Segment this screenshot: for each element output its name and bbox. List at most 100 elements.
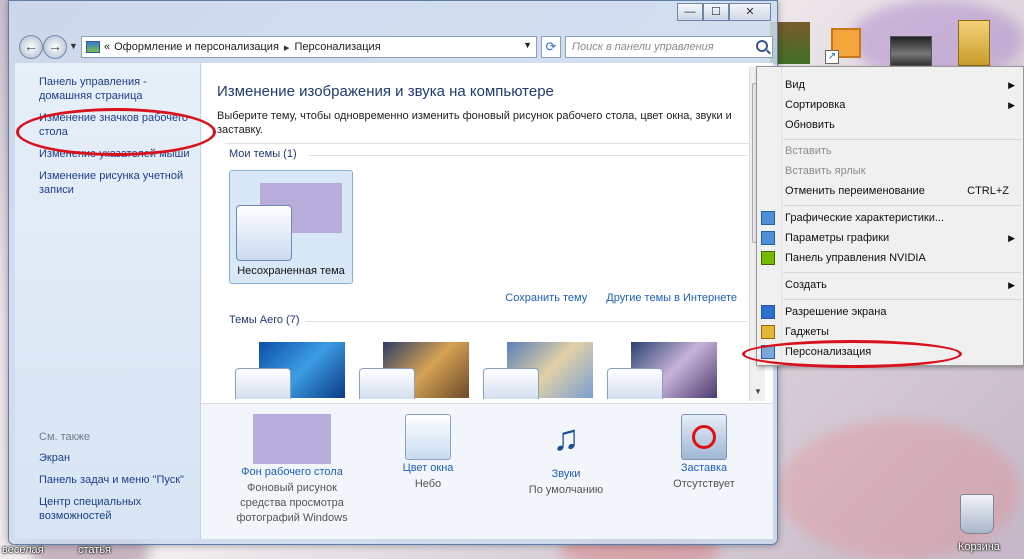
breadcrumb-item[interactable]: Оформление и персонализация — [114, 41, 279, 53]
caption-buttons: — ☐ ✕ — [677, 3, 771, 21]
menu-item-refresh[interactable]: Обновить — [785, 115, 1015, 135]
gadgets-icon — [761, 325, 775, 339]
search-placeholder: Поиск в панели управления — [572, 41, 714, 53]
music-notes-icon[interactable]: ♫ — [527, 414, 605, 466]
menu-item-label: Вид — [785, 79, 805, 91]
menu-item-graphics-properties[interactable]: Графические характеристики... — [761, 208, 1015, 228]
sounds-value: По умолчанию — [528, 484, 604, 496]
desktop-icon-label[interactable]: статья — [78, 544, 111, 556]
menu-item-graphics-options[interactable]: Параметры графики ▶ — [761, 228, 1015, 248]
menu-item-undo-rename[interactable]: Отменить переименование CTRL+Z — [785, 181, 1015, 201]
menu-item-paste[interactable]: Вставить — [785, 141, 1015, 161]
sidebar-item-home[interactable]: Панель управления - домашняя страница — [39, 75, 199, 103]
screensaver-icon[interactable] — [681, 414, 727, 460]
no-screensaver-icon — [692, 425, 716, 449]
sounds-setting[interactable]: ♫ Звуки По умолчанию — [501, 414, 631, 498]
back-button[interactable]: ← — [19, 35, 43, 59]
submenu-arrow-icon: ▶ — [1008, 100, 1015, 110]
menu-item-label: Вставить ярлык — [785, 165, 866, 177]
forward-button[interactable]: → — [43, 35, 67, 59]
screensaver-link[interactable]: Заставка — [639, 462, 769, 474]
aero-theme-thumbs — [235, 340, 745, 399]
control-panel-icon — [86, 41, 100, 53]
desktop-background-setting[interactable]: Фон рабочего стола Фоновый рисунок средс… — [227, 414, 357, 526]
save-theme-link[interactable]: Сохранить тему — [505, 292, 587, 304]
scroll-down-icon[interactable]: ▼ — [750, 387, 766, 401]
window-color-value: Небо — [414, 478, 442, 490]
window-color-icon[interactable] — [405, 414, 451, 460]
menu-item-screen-resolution[interactable]: Разрешение экрана — [761, 302, 1015, 322]
annotation-circle — [16, 108, 216, 156]
menu-item-label: Параметры графики — [785, 232, 890, 244]
menu-item-nvidia[interactable]: Панель управления NVIDIA — [761, 248, 1015, 268]
theme-list[interactable]: Мои темы (1) Несохраненная тема Сохранит… — [225, 143, 757, 399]
address-bar[interactable]: « Оформление и персонализация ▸ Персонал… — [81, 36, 537, 58]
more-themes-link[interactable]: Другие темы в Интернете — [606, 292, 737, 304]
aero-themes-label: Темы Aero (7) — [229, 314, 300, 326]
see-also-taskbar[interactable]: Панель задач и меню "Пуск" — [39, 473, 199, 487]
menu-item-new[interactable]: Создать ▶ — [785, 275, 1015, 295]
submenu-arrow-icon: ▶ — [1008, 280, 1015, 290]
search-icon[interactable] — [756, 40, 768, 52]
history-dropdown-icon[interactable]: ▼ — [69, 41, 78, 51]
folder-desktop-icon[interactable] — [958, 20, 990, 66]
submenu-arrow-icon: ▶ — [1008, 80, 1015, 90]
shortcut-desktop-icon[interactable]: ↗ — [825, 22, 865, 64]
theme-window-preview — [235, 368, 291, 399]
menu-item-label: Разрешение экрана — [785, 306, 887, 318]
sounds-link[interactable]: Звуки — [501, 468, 631, 480]
aero-theme-architecture[interactable] — [359, 340, 471, 399]
menu-separator — [783, 299, 1021, 300]
desktop-context-menu: Вид ▶ Сортировка ▶ Обновить Вставить Встав… — [756, 66, 1024, 366]
see-also-display[interactable]: Экран — [39, 451, 199, 465]
menu-item-label: Отменить переименование — [785, 185, 925, 197]
main-content: Изменение изображения и звука на компьют… — [201, 63, 773, 539]
minimize-button[interactable]: — — [677, 3, 703, 21]
intel-graphics-icon — [761, 211, 775, 225]
unsaved-theme-tile[interactable]: Несохраненная тема — [229, 170, 353, 284]
close-button[interactable]: ✕ — [729, 3, 771, 21]
annotation-circle — [742, 340, 962, 368]
address-dropdown-icon[interactable]: ▼ — [523, 40, 532, 50]
see-also-title: См. также — [39, 431, 90, 443]
image-desktop-icon[interactable] — [890, 36, 932, 66]
menu-item-label: Создать — [785, 279, 827, 291]
address-row: ← → ▼ « Оформление и персонализация ▸ Пе… — [15, 35, 773, 59]
window-color-setting[interactable]: Цвет окна Небо — [363, 414, 493, 492]
menu-item-label: Гаджеты — [785, 326, 829, 338]
breadcrumb-item[interactable]: Персонализация — [294, 41, 380, 53]
menu-item-label: Панель управления NVIDIA — [785, 252, 926, 264]
aero-theme-landscapes[interactable] — [607, 340, 719, 399]
settings-bar: Фон рабочего стола Фоновый рисунок средс… — [201, 403, 773, 539]
menu-item-label: Вставить — [785, 145, 832, 157]
search-input[interactable]: Поиск в панели управления — [565, 36, 773, 58]
recycle-bin-icon[interactable] — [960, 494, 994, 534]
aero-theme-characters[interactable] — [483, 340, 595, 399]
menu-item-sort[interactable]: Сортировка ▶ — [785, 95, 1015, 115]
sidebar-item-account-picture[interactable]: Изменение рисунка учетной записи — [39, 169, 199, 197]
page-description: Выберите тему, чтобы одновременно измени… — [217, 110, 732, 136]
menu-item-gadgets[interactable]: Гаджеты — [761, 322, 1015, 342]
theme-window-preview — [359, 368, 415, 399]
maximize-button[interactable]: ☐ — [703, 3, 729, 21]
desktop-icon-label[interactable]: веселая — [2, 544, 44, 556]
window-color-link[interactable]: Цвет окна — [363, 462, 493, 474]
theme-window-preview — [236, 205, 292, 261]
screensaver-setting[interactable]: Заставка Отсутствует — [639, 414, 769, 492]
menu-item-paste-shortcut[interactable]: Вставить ярлык — [785, 161, 1015, 181]
see-also-accessibility[interactable]: Центр специальных возможностей — [39, 495, 199, 523]
shortcut-arrow-icon: ↗ — [825, 50, 839, 64]
screensaver-value: Отсутствует — [673, 478, 735, 490]
wallpaper-swatch-icon[interactable] — [253, 414, 331, 464]
menu-separator — [783, 139, 1021, 140]
my-themes-label: Мои темы (1) — [229, 148, 297, 160]
menu-item-view[interactable]: Вид ▶ — [785, 75, 1015, 95]
aero-theme-windows7[interactable] — [235, 340, 347, 399]
desktop-background-link[interactable]: Фон рабочего стола — [227, 466, 357, 478]
menu-separator — [783, 205, 1021, 206]
recycle-bin-label[interactable]: Корзина — [958, 541, 1000, 553]
chevron-right-icon[interactable]: ▸ — [284, 41, 290, 54]
wallpaper-blob — [780, 420, 1020, 559]
monitor-icon — [761, 305, 775, 319]
refresh-button[interactable]: ⟳ — [541, 36, 561, 58]
